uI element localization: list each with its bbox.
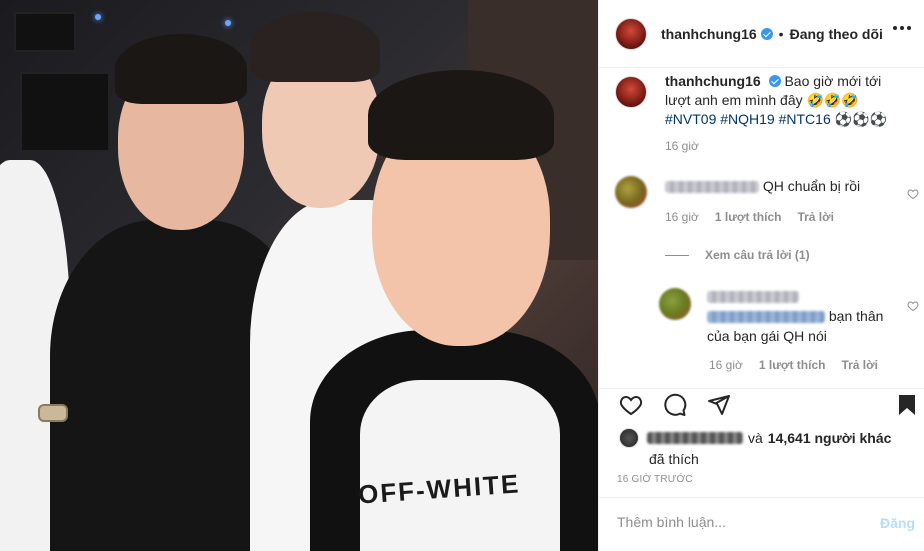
- reply-like-heart-icon[interactable]: [907, 300, 919, 312]
- verified-badge-icon: [760, 27, 773, 40]
- action-bar: [599, 388, 924, 428]
- post-time[interactable]: 16 GIỜ TRƯỚC: [617, 474, 693, 485]
- post-side-panel: thanhchung16 • Đang theo dõi thanhchung1…: [598, 0, 924, 551]
- likes-count[interactable]: 14,641 người khác: [768, 430, 892, 446]
- post-photo[interactable]: OFF-WHITE: [0, 0, 598, 551]
- heart-icon[interactable]: [619, 393, 643, 417]
- hashtag[interactable]: #NVT09: [665, 111, 716, 127]
- caption: thanhchung16 Bao giờ mới tới lượt anh em…: [665, 72, 910, 129]
- comments-list: thanhchung16 Bao giờ mới tới lượt anh em…: [599, 68, 924, 388]
- view-replies-label[interactable]: Xem câu trả lời (1): [705, 248, 810, 262]
- reply-reply-button[interactable]: Trả lời: [841, 358, 878, 372]
- comment-text: QH chuẩn bị rồi: [762, 178, 861, 194]
- share-icon[interactable]: [707, 393, 731, 417]
- avatar[interactable]: [615, 17, 647, 50]
- header-username[interactable]: thanhchung16: [661, 26, 757, 42]
- caption-time: 16 giờ: [665, 139, 699, 153]
- reply-meta: 16 giờ 1 lượt thích Trả lời: [709, 358, 878, 372]
- blurred-mention[interactable]: [707, 311, 825, 324]
- view-replies-button[interactable]: Xem câu trả lời (1): [665, 248, 810, 262]
- reply-likes[interactable]: 1 lượt thích: [759, 358, 826, 372]
- hashtag[interactable]: #NTC16: [779, 111, 831, 127]
- comment: QH chuẩn bị rồi: [665, 176, 860, 196]
- comment-like-heart-icon[interactable]: [907, 188, 919, 200]
- more-options-icon[interactable]: [893, 26, 911, 30]
- caption-emoji: ⚽⚽⚽: [834, 111, 887, 127]
- blurred-liker-name[interactable]: [647, 432, 743, 444]
- follow-button[interactable]: Đang theo dõi: [790, 26, 883, 42]
- liker-avatar[interactable]: [619, 428, 639, 448]
- comment-input[interactable]: [617, 514, 847, 530]
- likes-conjunction: và: [748, 430, 763, 446]
- blurred-username[interactable]: [665, 181, 759, 194]
- comment-likes[interactable]: 1 lượt thích: [715, 210, 782, 224]
- caption-username[interactable]: thanhchung16: [665, 73, 761, 89]
- replies-divider: [665, 254, 689, 256]
- separator-dot: •: [778, 25, 784, 42]
- likes-summary: và 14,641 người khác: [619, 428, 891, 448]
- liked-label: đã thích: [649, 451, 699, 467]
- reply-comment: bạn thân của bạn gái QH nói: [707, 286, 897, 346]
- reply-avatar[interactable]: [659, 288, 691, 320]
- caption-avatar[interactable]: [615, 76, 647, 108]
- reply-button[interactable]: Trả lời: [797, 210, 834, 224]
- verified-badge-icon: [768, 75, 781, 87]
- bookmark-icon[interactable]: [895, 393, 919, 417]
- blurred-username[interactable]: [707, 291, 799, 304]
- reply-time: 16 giờ: [709, 358, 743, 372]
- comment-icon[interactable]: [663, 393, 687, 417]
- post-header: thanhchung16 • Đang theo dõi: [599, 0, 924, 68]
- comment-time: 16 giờ: [665, 210, 699, 224]
- hashtag[interactable]: #NQH19: [720, 111, 774, 127]
- comment-meta: 16 giờ 1 lượt thích Trả lời: [665, 210, 834, 224]
- comment-avatar[interactable]: [615, 176, 647, 208]
- add-comment-bar: Đăng: [599, 497, 924, 551]
- post-comment-button[interactable]: Đăng: [880, 515, 915, 531]
